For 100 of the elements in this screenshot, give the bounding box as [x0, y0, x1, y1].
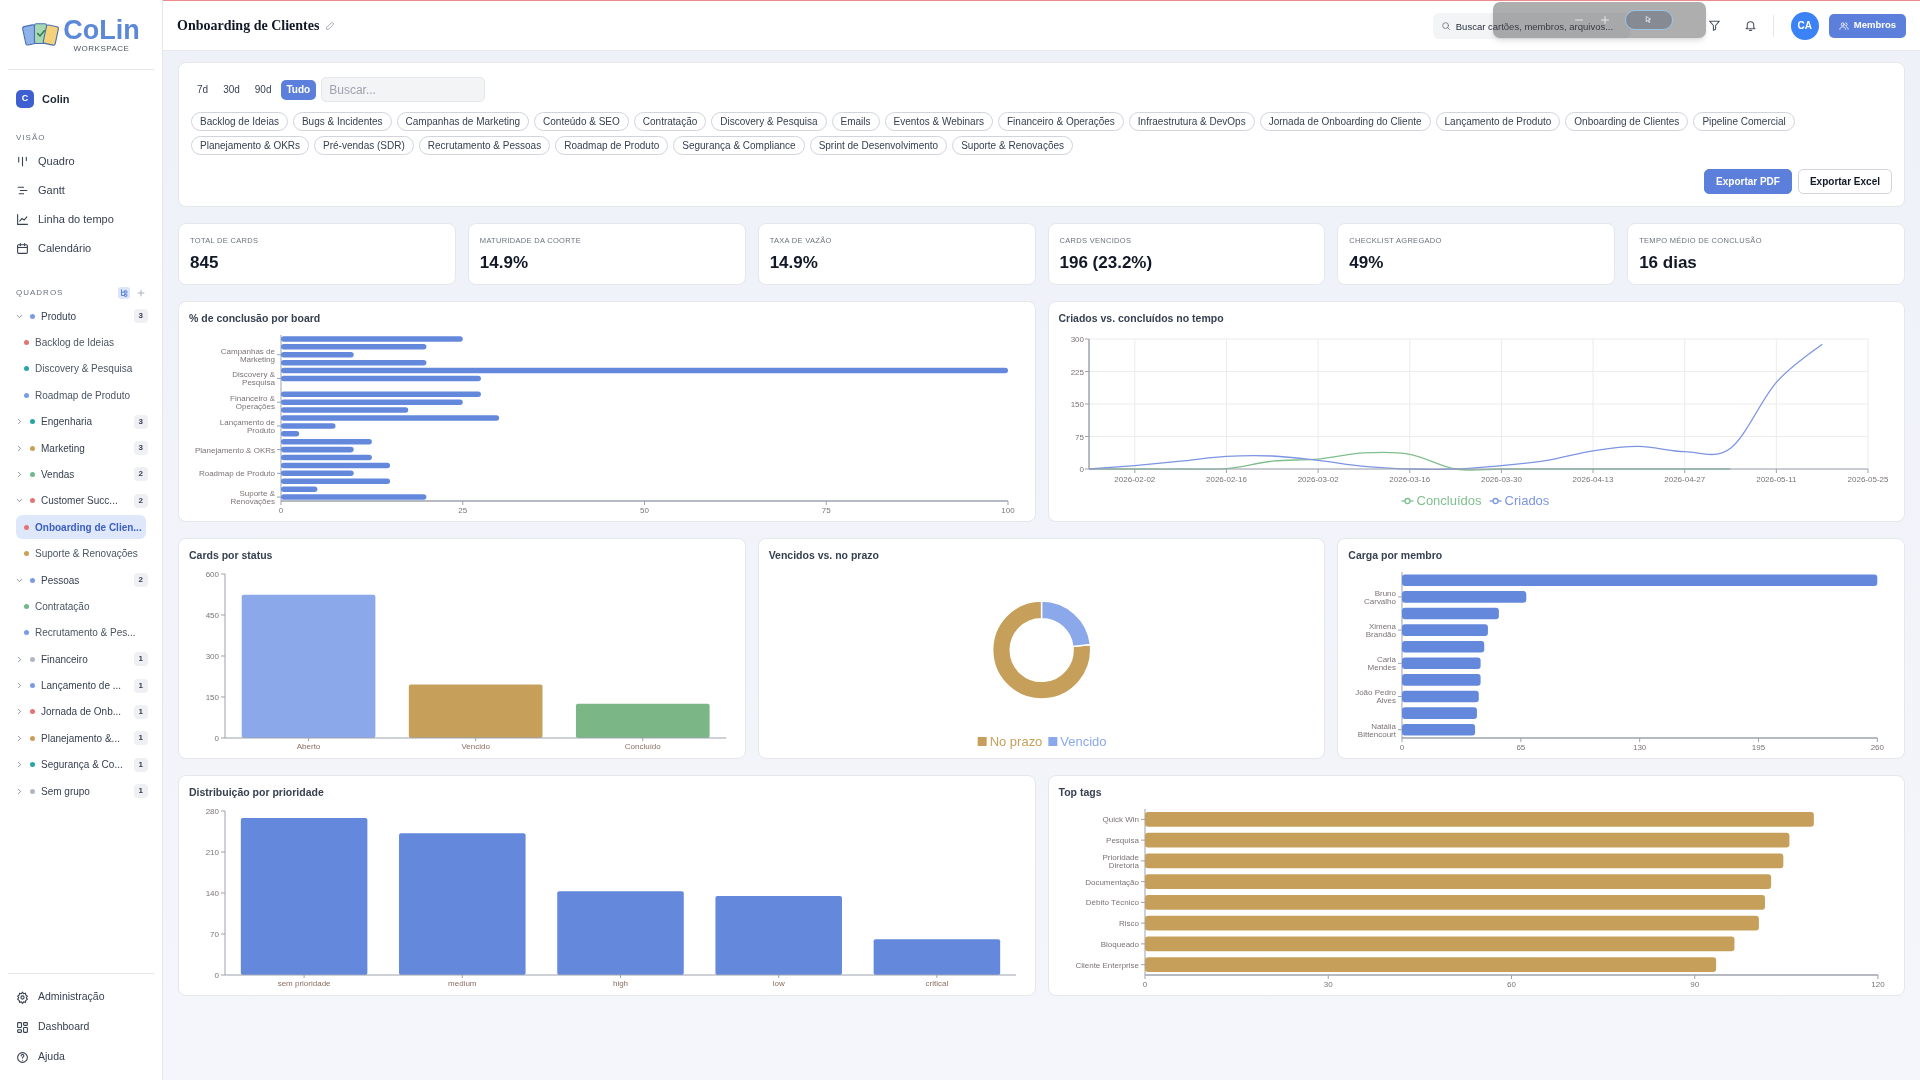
tick-label: 300 — [205, 651, 219, 661]
chevron-right-icon[interactable] — [15, 417, 24, 427]
chevron-right-icon[interactable] — [15, 443, 24, 453]
count-badge: 1 — [133, 652, 148, 667]
chevron-right-icon[interactable] — [15, 654, 24, 664]
board-group-label: Vendas — [41, 468, 76, 482]
nav-item[interactable]: Ajuda — [8, 1042, 154, 1072]
category-label: Suporte & Renovações — [230, 488, 275, 506]
category-label: Natália Bittencourt — [1358, 721, 1397, 739]
logo-tagline: WORKSPACE — [73, 44, 130, 53]
filter-icon[interactable] — [1707, 19, 1721, 32]
dashboard-icon — [16, 1020, 29, 1034]
count-badge: 1 — [133, 784, 148, 799]
category-label: Discovery & Pesquisa — [232, 370, 275, 388]
export-button[interactable]: Exportar Excel — [1797, 169, 1892, 194]
category-label: Documentação — [1084, 877, 1139, 887]
board-item[interactable]: Onboarding de Clien... — [16, 515, 146, 540]
legend-label: Vencido — [1060, 733, 1107, 749]
tick-label: 0 — [214, 733, 219, 743]
board-item[interactable]: Discovery & Pesquisa — [16, 356, 146, 381]
members-button[interactable]: Membros — [1828, 13, 1906, 38]
count-badge: 1 — [133, 731, 148, 746]
board-group[interactable]: Jornada de Onb... 1 — [0, 698, 162, 726]
chevron-right-icon[interactable] — [15, 707, 24, 717]
chart-title: Criados vs. concluídos no tempo — [1058, 311, 1225, 326]
tick-label: 25 — [458, 505, 468, 515]
pencil-icon[interactable] — [325, 20, 337, 31]
nav-item[interactable]: Dashboard — [8, 1012, 154, 1042]
board-item[interactable]: Suporte & Renovações — [16, 541, 146, 566]
tick-label: 0 — [1400, 742, 1405, 752]
chevron-right-icon[interactable] — [15, 681, 24, 691]
board-group[interactable]: Pessoas 2 — [0, 566, 162, 594]
category-label: Bloqueado — [1100, 939, 1139, 949]
board-group-label: Financeiro — [41, 652, 89, 667]
category-label: medium — [448, 978, 477, 988]
board-group[interactable]: Vendas 2 — [0, 461, 162, 488]
tick-label: 300 — [1070, 334, 1084, 344]
user-avatar[interactable]: CA — [1790, 11, 1819, 40]
nav-item[interactable]: Gantt — [0, 178, 162, 202]
board-group[interactable]: Lançamento de ... 1 — [0, 672, 162, 699]
workspace-avatar: C — [16, 90, 34, 108]
board-group-label: Sem grupo — [41, 784, 91, 799]
tick-label: 210 — [205, 847, 219, 857]
legend-label: Criados — [1504, 492, 1549, 508]
tick-label: 50 — [640, 505, 649, 515]
board-group-label: Marketing — [41, 441, 86, 456]
tick-label: 140 — [205, 888, 219, 898]
board-group[interactable]: Marketing 3 — [0, 434, 162, 462]
tick-label: 260 — [1871, 742, 1885, 752]
bell-icon[interactable] — [1743, 19, 1757, 32]
board-group-label: Engenharia — [41, 415, 94, 430]
board-item[interactable]: Recrutamento & Pes... — [16, 620, 146, 645]
tick-label: 75 — [821, 505, 831, 515]
chevron-right-icon[interactable] — [15, 760, 24, 770]
board-group[interactable]: Financeiro 1 — [0, 645, 162, 673]
board-group[interactable]: Customer Succ... 2 — [0, 487, 162, 515]
category-label: sem prioridade — [277, 978, 331, 988]
board-item[interactable]: Contratação — [16, 594, 146, 619]
tick-label: 0 — [1079, 464, 1084, 474]
tick-label: 70 — [210, 929, 219, 939]
nav-item[interactable]: Administração — [8, 982, 154, 1012]
reset-zoom-button[interactable] — [1625, 10, 1673, 30]
category-label: 2026-05-11 — [1755, 474, 1796, 484]
cursor-icon — [1644, 15, 1654, 25]
count-badge: 1 — [133, 757, 148, 772]
chart-title: % de conclusão por board — [189, 311, 322, 326]
period-tab[interactable]: 7d — [191, 79, 215, 100]
board-group[interactable]: Planejamento &... 1 — [0, 725, 162, 752]
board-group[interactable]: Sem grupo 1 — [0, 777, 162, 805]
nav-item[interactable]: Quadro — [0, 149, 162, 173]
period-tab[interactable]: Tudo — [280, 79, 317, 100]
chart-title: Top tags — [1058, 785, 1103, 800]
nav-item[interactable]: Calendário — [0, 236, 162, 260]
chevron-right-icon[interactable] — [15, 470, 24, 479]
tree-icon[interactable] — [118, 287, 130, 299]
board-item[interactable]: Backlog de Ideias — [16, 330, 146, 355]
tick-label: 100 — [1001, 505, 1015, 515]
nav-item[interactable]: Linha do tempo — [0, 207, 162, 231]
category-label: 2026-03-30 — [1480, 474, 1522, 484]
period-tab[interactable]: 30d — [217, 79, 246, 100]
board-group[interactable]: Produto 3 — [0, 303, 162, 330]
period-tab[interactable]: 90d — [248, 79, 278, 100]
search-field[interactable]: Buscar... — [321, 77, 486, 102]
tick-label: 90 — [1689, 979, 1699, 989]
chevron-right-icon[interactable] — [15, 733, 24, 743]
board-group[interactable]: Segurança & Co... 1 — [0, 751, 162, 778]
stat-value: 49% — [1349, 252, 1385, 275]
users-icon — [1838, 20, 1849, 31]
chevron-right-icon[interactable] — [15, 786, 24, 796]
category-label: high — [612, 978, 629, 988]
category-label: 2026-02-02 — [1113, 474, 1155, 484]
board-group[interactable]: Engenharia 3 — [0, 408, 162, 435]
plus-icon[interactable] — [136, 288, 146, 298]
board-item-label: Recrutamento & Pes... — [35, 626, 136, 641]
export-button[interactable]: Exportar PDF — [1704, 169, 1792, 194]
category-label: Ximena Brandão — [1366, 621, 1397, 639]
count-badge: 2 — [133, 493, 148, 508]
category-label: low — [772, 978, 785, 988]
board-item-label: Onboarding de Clien... — [35, 520, 142, 535]
board-item[interactable]: Roadmap de Produto — [16, 383, 146, 408]
